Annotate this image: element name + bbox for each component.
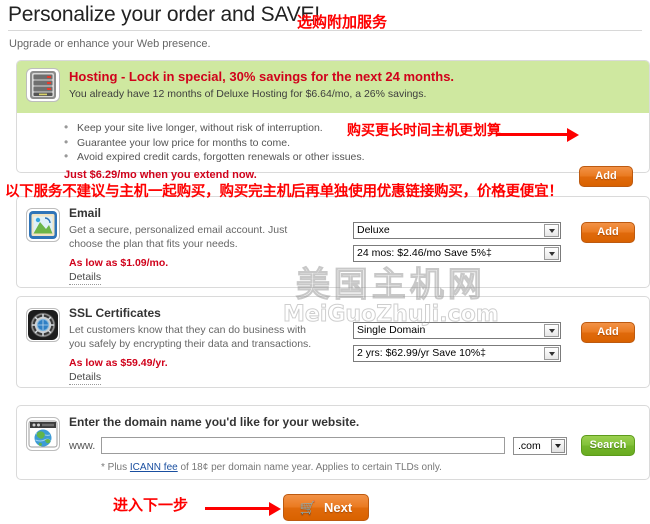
ssl-text-block: SSL Certificates Let customers know that…	[69, 306, 353, 385]
tld-select-value: .com	[518, 439, 541, 452]
hosting-promo-card: Hosting - Lock in special, 30% savings f…	[16, 60, 650, 187]
server-rack-icon	[26, 68, 60, 102]
annotation-hosting-note: 购买更长时间主机更划算	[347, 123, 501, 139]
email-title: Email	[69, 206, 102, 220]
browser-globe-icon	[26, 417, 60, 451]
domain-title: Enter the domain name you'd like for you…	[69, 415, 360, 429]
domain-footnote: * Plus ICANN fee of 18¢ per domain name …	[69, 456, 649, 473]
email-icon-wrapper	[17, 206, 69, 242]
domain-search-button[interactable]: Search	[581, 435, 635, 456]
chevron-down-icon	[544, 324, 559, 337]
list-item: Avoid expired credit cards, forgotten re…	[64, 149, 649, 165]
email-add-button[interactable]: Add	[581, 222, 635, 243]
ssl-icon-wrapper	[17, 306, 69, 342]
ssl-select-group: Single Domain 2 yrs: $62.99/yr Save 10%‡	[353, 306, 567, 368]
ssl-type-select-value: Single Domain	[357, 324, 426, 336]
next-button[interactable]: 🛒 Next	[283, 494, 369, 521]
chevron-down-icon	[551, 438, 565, 453]
email-product-card: Email Get a secure, personalized email a…	[16, 196, 650, 288]
hosting-banner-text: Hosting - Lock in special, 30% savings f…	[69, 67, 454, 102]
email-select-group: Deluxe 24 mos: $2.46/mo Save 5%‡	[353, 206, 567, 268]
page-subtitle: Upgrade or enhance your Web presence.	[9, 38, 211, 50]
footnote-prefix: * Plus	[101, 462, 130, 473]
hosting-add-button[interactable]: Add	[579, 166, 633, 187]
ssl-add-button[interactable]: Add	[581, 322, 635, 343]
email-plan-select-value: Deluxe	[357, 224, 390, 236]
email-text-block: Email Get a secure, personalized email a…	[69, 206, 353, 285]
shopping-cart-icon: 🛒	[299, 500, 316, 515]
email-term-select-value: 24 mos: $2.46/mo Save 5%‡	[357, 247, 492, 259]
hosting-banner: Hosting - Lock in special, 30% savings f…	[17, 61, 649, 113]
icann-fee-link[interactable]: ICANN fee	[130, 462, 178, 473]
annotation-next-note: 进入下一步	[113, 496, 189, 514]
hosting-subline: You already have 12 months of Deluxe Hos…	[69, 88, 427, 100]
hosting-headline: Hosting - Lock in special, 30% savings f…	[69, 69, 455, 84]
www-prefix-label: www.	[69, 439, 96, 452]
email-description: Get a secure, personalized email account…	[69, 224, 288, 250]
annotation-title-note: 选购附加服务	[297, 13, 388, 31]
email-low-price: As low as $1.09/mo.	[69, 257, 169, 269]
domain-input-row: www. .com Search	[69, 430, 649, 456]
chevron-down-icon	[544, 247, 559, 260]
ssl-type-select[interactable]: Single Domain	[353, 322, 561, 339]
ssl-action-area: Add	[567, 306, 649, 343]
annotation-warning-bar: 以下服务不建议与主机一起购买，购买完主机后再单独使用优惠链接购买，价格更便宜！	[5, 184, 563, 200]
ssl-description: Let customers know that they can do busi…	[69, 324, 312, 350]
email-details-link[interactable]: Details	[69, 271, 102, 285]
domain-icon-wrapper	[17, 415, 69, 451]
domain-search-card: Enter the domain name you'd like for you…	[16, 405, 650, 480]
footnote-suffix: of 18¢ per domain name year. Applies to …	[177, 462, 442, 473]
domain-name-input[interactable]	[101, 437, 505, 454]
ssl-title: SSL Certificates	[69, 306, 161, 320]
vault-dial-icon	[26, 308, 60, 342]
email-action-area: Add	[567, 206, 649, 243]
domain-action-area: Search	[567, 435, 649, 456]
ssl-product-card: SSL Certificates Let customers know that…	[16, 296, 650, 388]
domain-main-block: Enter the domain name you'd like for you…	[69, 415, 649, 473]
next-button-label: Next	[324, 500, 353, 515]
chevron-down-icon	[544, 224, 559, 237]
hosting-benefit-list: Keep your site live longer, without risk…	[17, 120, 649, 165]
hosting-icon-wrapper	[17, 67, 69, 102]
hosting-body: Keep your site live longer, without risk…	[17, 113, 649, 187]
ssl-low-price: As low as $59.49/yr.	[69, 357, 168, 369]
next-button-wrapper: 🛒 Next	[283, 494, 369, 521]
email-plan-select[interactable]: Deluxe	[353, 222, 561, 239]
hosting-price-line: Just $6.29/mo when you extend now.	[64, 168, 257, 181]
tld-select[interactable]: .com	[513, 436, 567, 455]
email-term-select[interactable]: 24 mos: $2.46/mo Save 5%‡	[353, 245, 561, 262]
ssl-details-link[interactable]: Details	[69, 371, 102, 385]
ssl-term-select[interactable]: 2 yrs: $62.99/yr Save 10%‡	[353, 345, 561, 362]
ssl-term-select-value: 2 yrs: $62.99/yr Save 10%‡	[357, 347, 486, 359]
email-photo-icon	[26, 208, 60, 242]
chevron-down-icon	[544, 347, 559, 360]
